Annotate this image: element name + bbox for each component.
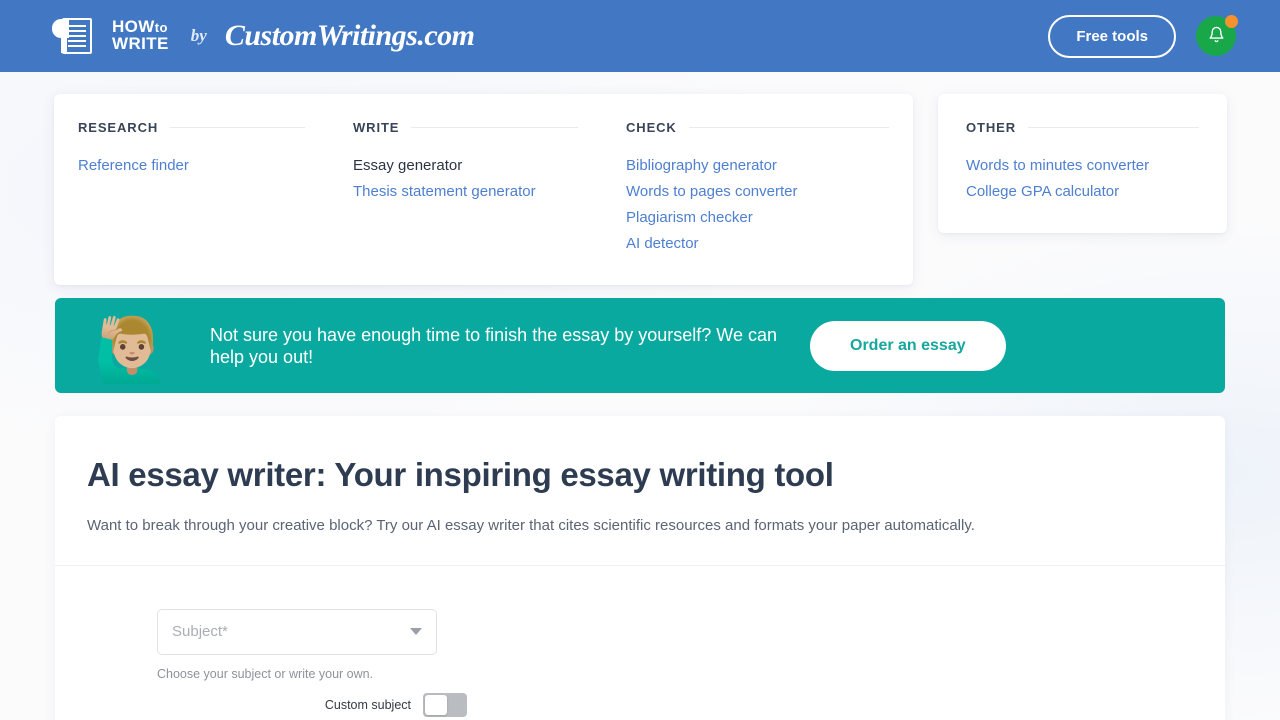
column-title-check: CHECK: [626, 120, 677, 135]
bell-icon: [1208, 26, 1225, 46]
site-header: HOWto WRITE by CustomWritings.com Free t…: [0, 0, 1280, 72]
menu-column-check: CHECK Bibliography generator Words to pa…: [602, 120, 913, 257]
notification-badge: [1225, 15, 1238, 28]
menu-link-college-gpa-calculator[interactable]: College GPA calculator: [966, 179, 1199, 205]
menu-link-thesis-statement-generator[interactable]: Thesis statement generator: [353, 179, 578, 205]
promo-message: Not sure you have enough time to finish …: [210, 324, 777, 367]
notifications-button[interactable]: [1196, 15, 1238, 56]
menu-link-reference-finder[interactable]: Reference finder: [78, 153, 305, 179]
custom-subject-label: Custom subject: [324, 697, 411, 712]
other-tools-menu-card: OTHER Words to minutes converter College…: [938, 94, 1227, 233]
menu-column-research: RESEARCH Reference finder: [54, 120, 329, 257]
column-title-write: WRITE: [353, 120, 400, 135]
menu-link-words-to-pages-converter[interactable]: Words to pages converter: [626, 179, 889, 205]
page-title: AI essay writer: Your inspiring essay wr…: [87, 456, 834, 493]
subject-field-group: Subject* Choose your subject or write yo…: [157, 608, 437, 681]
menu-column-write: WRITE Essay generator Thesis statement g…: [329, 120, 602, 257]
toggle-knob: [425, 694, 447, 715]
column-header: WRITE: [353, 120, 578, 135]
subject-hint: Choose your subject or write your own.: [157, 666, 374, 681]
menu-link-plagiarism-checker[interactable]: Plagiarism checker: [626, 205, 889, 231]
raising-hand-person-icon: 🙋🏼‍♂️: [93, 315, 172, 385]
menu-link-words-to-minutes-converter[interactable]: Words to minutes converter: [966, 153, 1199, 179]
custom-subject-toggle[interactable]: [423, 692, 467, 717]
subject-select-value: Subject*: [172, 623, 228, 641]
tools-menu-card: RESEARCH Reference finder WRITE Essay ge…: [54, 94, 913, 285]
brand-logo[interactable]: HOWto WRITE by CustomWritings.com: [52, 16, 475, 56]
header-actions: Free tools: [1048, 14, 1238, 58]
order-essay-promo-banner: 🙋🏼‍♂️ Not sure you have enough time to f…: [55, 298, 1225, 393]
column-rule: [1028, 127, 1199, 128]
page-description: Want to break through your creative bloc…: [87, 516, 975, 534]
column-title-other: OTHER: [966, 120, 1016, 135]
chevron-down-icon: [410, 628, 422, 636]
menu-link-bibliography-generator[interactable]: Bibliography generator: [626, 153, 889, 179]
menu-link-essay-generator[interactable]: Essay generator: [353, 153, 578, 179]
column-header: OTHER: [966, 120, 1199, 135]
menu-column-other: OTHER Words to minutes converter College…: [938, 120, 1227, 205]
column-header: RESEARCH: [78, 120, 305, 135]
column-title-research: RESEARCH: [78, 120, 159, 135]
brand-line2: WRITE: [112, 34, 169, 53]
essay-generator-panel: AI essay writer: Your inspiring essay wr…: [55, 416, 1225, 720]
subject-select[interactable]: Subject*: [157, 608, 437, 655]
brand-wordmark: HOWto WRITE: [112, 18, 169, 53]
custom-subject-toggle-row: Custom subject: [157, 692, 467, 717]
free-tools-button[interactable]: Free tools: [1048, 14, 1176, 58]
order-an-essay-button[interactable]: Order an essay: [810, 320, 1006, 371]
column-rule: [170, 127, 305, 128]
column-header: CHECK: [626, 120, 889, 135]
menu-link-ai-detector[interactable]: AI detector: [626, 231, 889, 257]
document-lines-logo-icon: [52, 16, 98, 56]
brand-by-text: by: [190, 26, 207, 45]
column-rule: [688, 127, 889, 128]
column-rule: [411, 127, 578, 128]
brand-script-text: CustomWritings.com: [224, 19, 475, 52]
essay-form: Subject* Choose your subject or write yo…: [87, 566, 1193, 720]
free-tools-mega-menu: RESEARCH Reference finder WRITE Essay ge…: [0, 94, 1280, 285]
